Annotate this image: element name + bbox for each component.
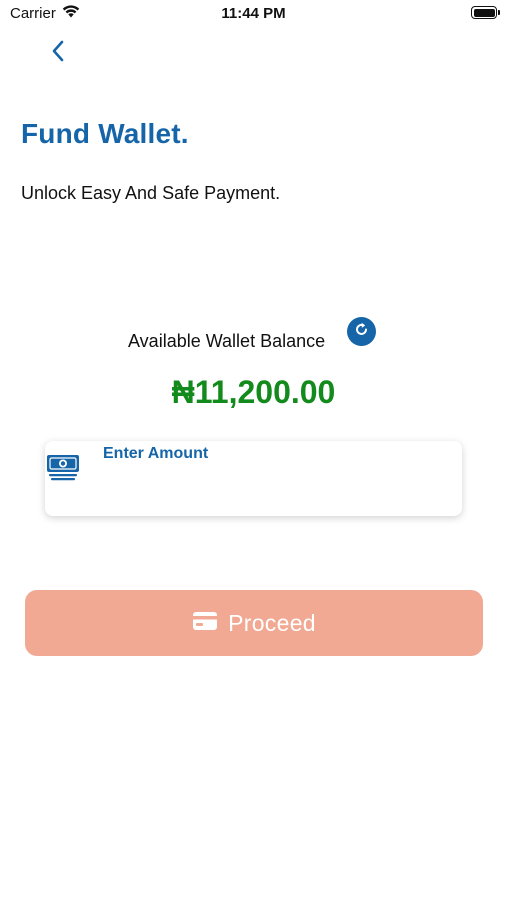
- proceed-button[interactable]: Proceed: [25, 590, 483, 656]
- proceed-button-label: Proceed: [228, 609, 316, 636]
- amount-input[interactable]: [103, 471, 443, 505]
- status-bar: Carrier 11:44 PM: [0, 0, 507, 30]
- refresh-balance-button[interactable]: [347, 317, 376, 346]
- wallet-balance-label: Available Wallet Balance: [128, 331, 326, 351]
- back-button[interactable]: [44, 38, 72, 68]
- money-stack-icon: [46, 453, 80, 483]
- amount-input-card[interactable]: Enter Amount: [45, 441, 462, 516]
- page-subtitle: Unlock Easy And Safe Payment.: [21, 183, 281, 203]
- battery-level: [473, 8, 495, 17]
- battery-icon: [471, 6, 500, 19]
- chevron-left-icon: [51, 40, 65, 67]
- credit-card-icon: [192, 611, 218, 636]
- wallet-balance-amount: ₦11,200.00: [171, 374, 336, 410]
- page-title: Fund Wallet.: [21, 118, 189, 149]
- refresh-icon: [353, 321, 370, 343]
- amount-field-label: Enter Amount: [103, 445, 209, 462]
- status-time: 11:44 PM: [221, 5, 286, 22]
